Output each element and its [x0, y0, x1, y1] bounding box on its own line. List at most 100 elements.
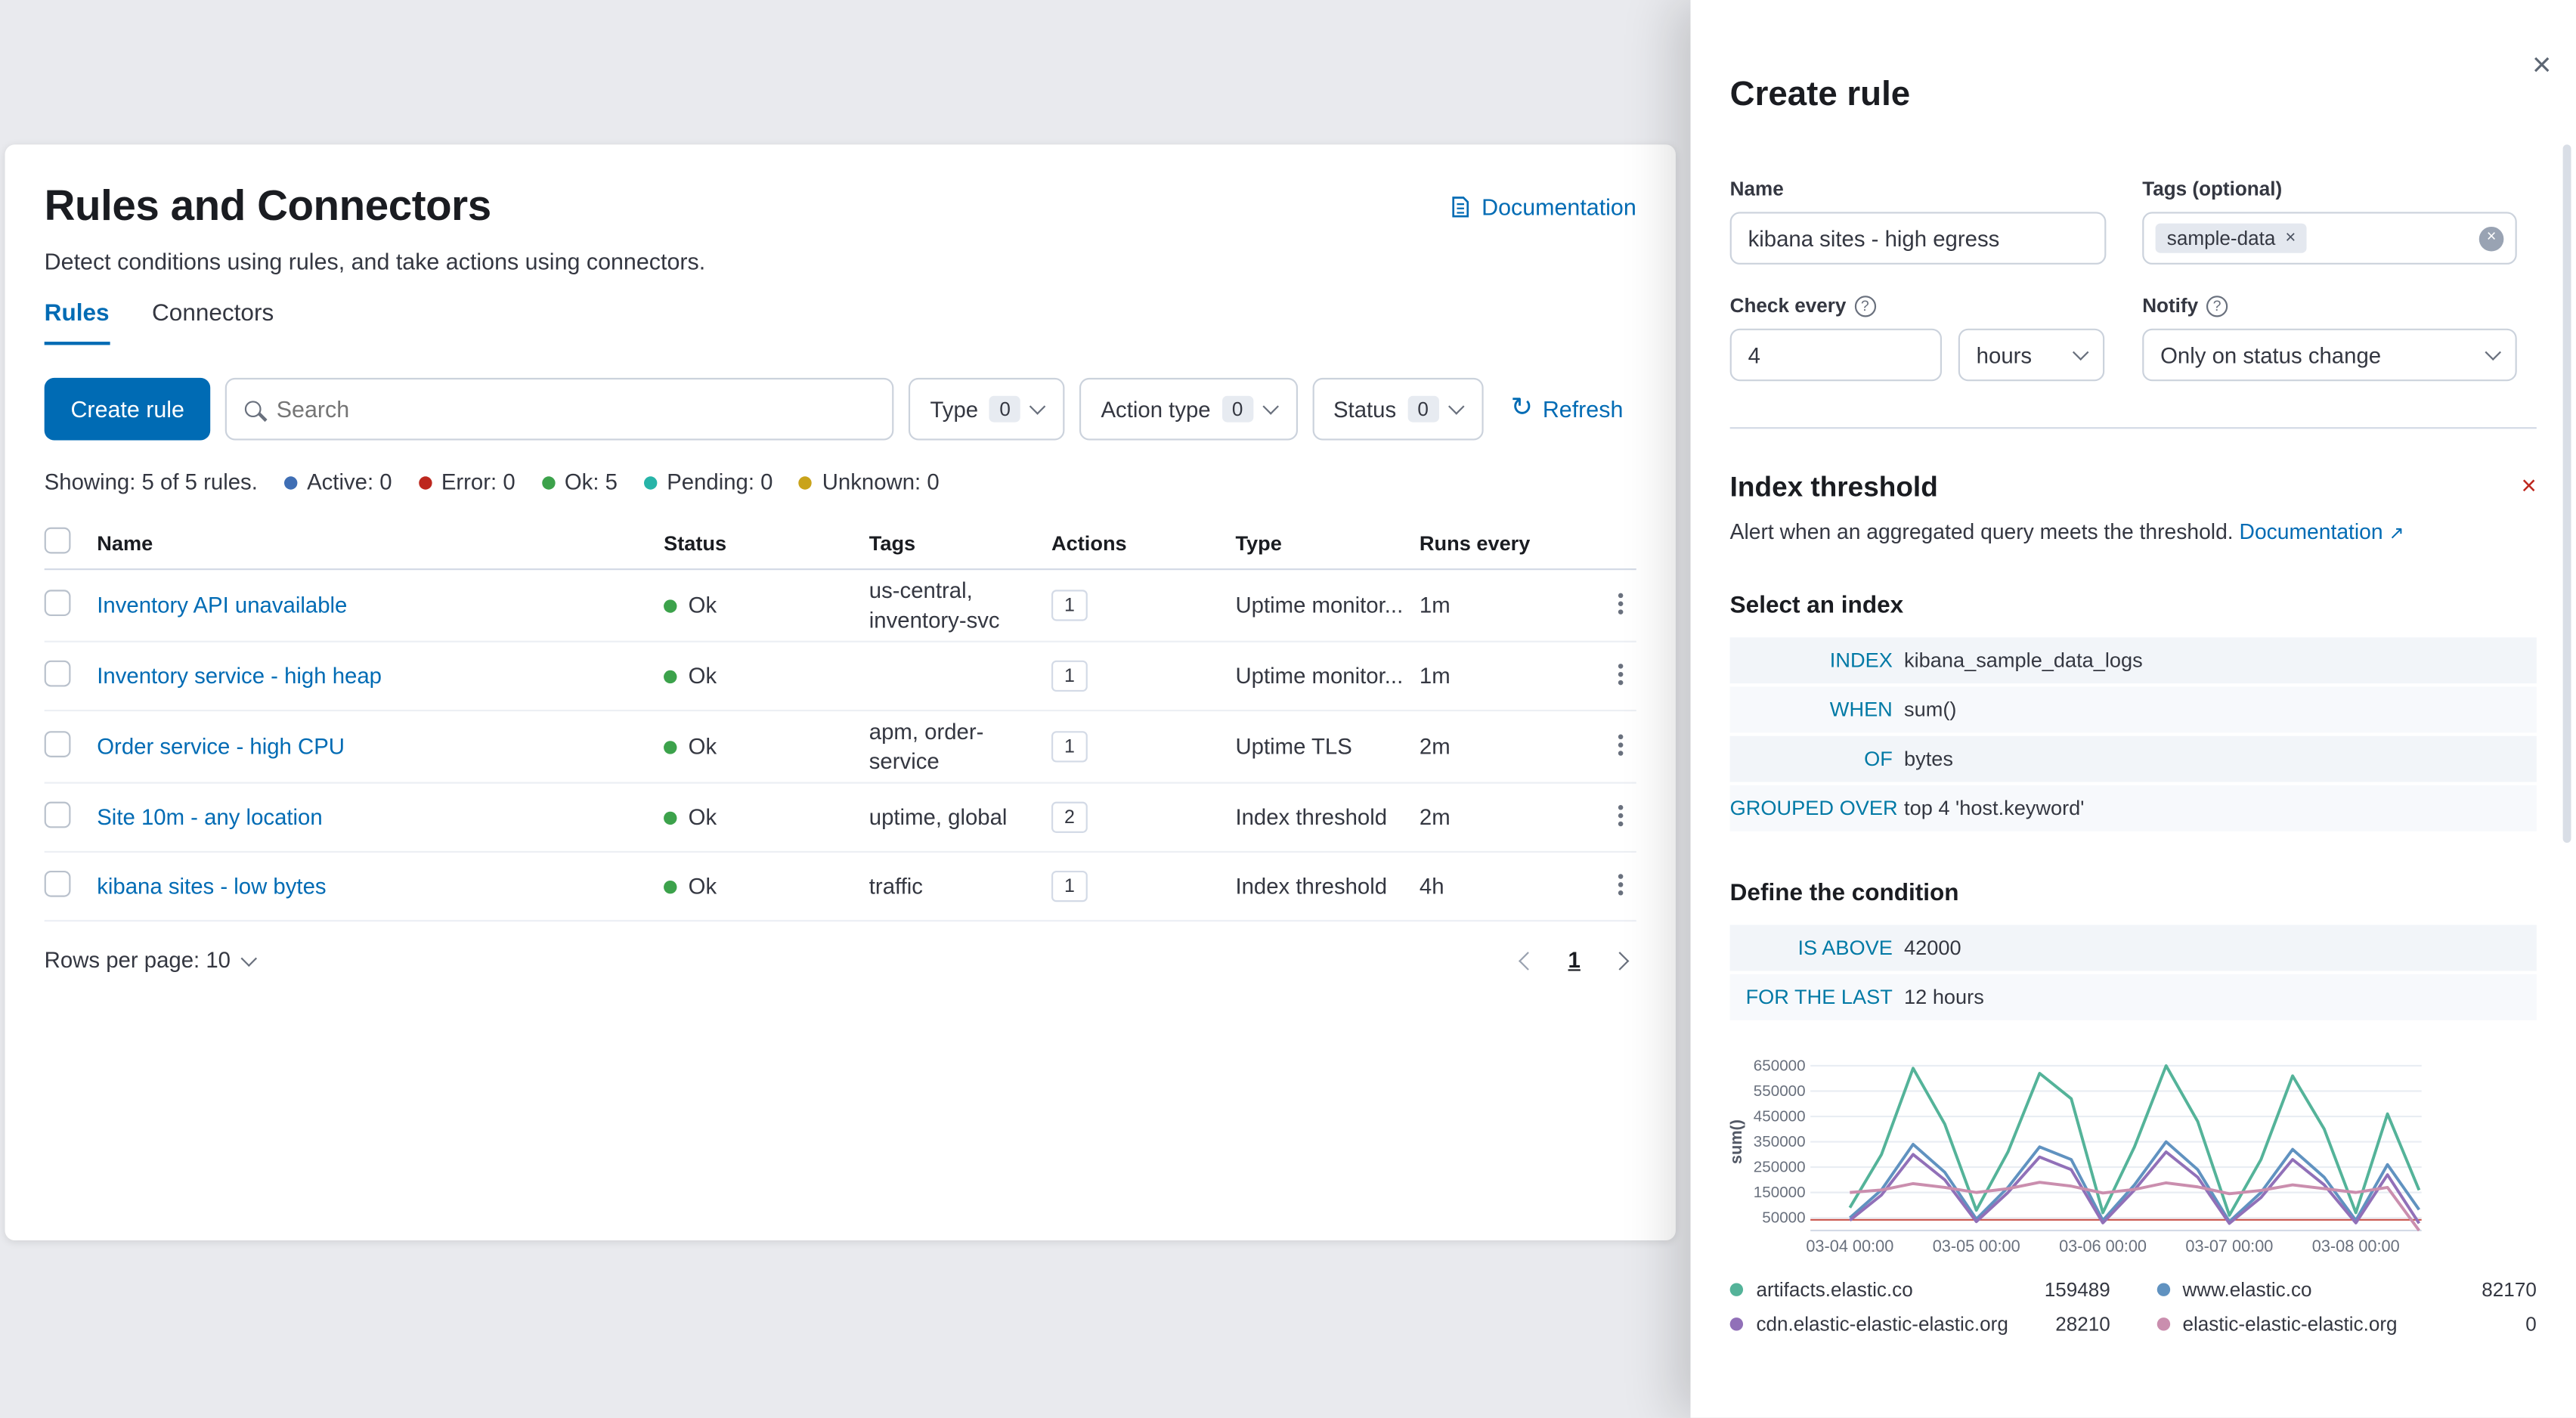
column-name[interactable]: Name — [97, 531, 664, 554]
documentation-link[interactable]: Documentation — [1449, 194, 1636, 220]
row-actions-kebab-icon[interactable] — [1618, 601, 1624, 607]
page-number-1[interactable]: 1 — [1568, 948, 1581, 973]
chevron-down-icon — [241, 949, 258, 967]
rule-type-documentation-label: Documentation — [2239, 519, 2383, 544]
legend-item[interactable]: www.elastic.co 82170 — [2156, 1278, 2537, 1301]
status-dot — [643, 475, 658, 489]
legend-item[interactable]: elastic-elastic-elastic.org 0 — [2156, 1313, 2537, 1336]
column-actions[interactable]: Actions — [1051, 531, 1235, 554]
tags-label: Tags (optional) — [2142, 177, 2283, 201]
tabs: Rules Connectors — [44, 301, 1636, 345]
row-checkbox[interactable] — [44, 802, 71, 828]
tab-connectors[interactable]: Connectors — [152, 301, 274, 345]
row-checkbox[interactable] — [44, 660, 71, 687]
create-rule-flyout: × Create rule Name Tags (optional) sampl… — [1690, 0, 2576, 1418]
expression-value: bytes — [1904, 747, 1954, 771]
status-stats: Active: 0 Error: 0 Ok: 5 Pending: 0 Unknown:… — [283, 469, 940, 495]
svg-text:03-07 00:00: 03-07 00:00 — [2185, 1237, 2273, 1255]
chart-legend: artifacts.elastic.co 159489 www.elastic.co… — [1729, 1278, 2537, 1336]
rule-type-text: Index threshold — [1235, 874, 1388, 899]
row-actions-kebab-icon[interactable] — [1618, 672, 1624, 677]
expression-when[interactable]: WHEN sum() — [1729, 686, 2537, 733]
row-checkbox[interactable] — [44, 731, 71, 758]
rule-name-link[interactable]: Site 10m - any location — [97, 805, 322, 830]
rule-type-documentation-link[interactable]: Documentation ↗ — [2240, 519, 2404, 544]
status-dot — [664, 811, 677, 825]
svg-text:650000: 650000 — [1754, 1057, 1806, 1074]
rule-type-text: Uptime monitor... — [1235, 593, 1404, 618]
check-every-unit-value: hours — [1976, 342, 2033, 367]
filter-type[interactable]: Type 0 — [909, 377, 1065, 441]
flyout-scrollbar[interactable] — [2562, 144, 2571, 843]
refresh-button[interactable]: ↻ Refresh — [1497, 378, 1636, 441]
filter-group: Type 0 Action type 0 Status 0 — [909, 377, 1483, 441]
search-input[interactable] — [276, 395, 875, 423]
status-text: Ok — [688, 664, 717, 689]
select-all-checkbox[interactable] — [44, 527, 71, 554]
chevron-down-icon — [1447, 398, 1464, 415]
rule-name-link[interactable]: Order service - high CPU — [97, 735, 345, 760]
help-icon[interactable]: ? — [2206, 295, 2228, 317]
close-icon[interactable]: × — [2532, 49, 2551, 82]
tags-text: traffic — [868, 874, 923, 899]
rule-name-link[interactable]: Inventory API unavailable — [97, 593, 347, 618]
stat-error: Error: 0 — [418, 470, 516, 494]
svg-text:450000: 450000 — [1754, 1108, 1806, 1125]
expression-keyword: INDEX — [1829, 649, 1893, 672]
rule-name-input[interactable] — [1729, 212, 2107, 265]
legend-item[interactable]: cdn.elastic-elastic-elastic.org 28210 — [1729, 1313, 2110, 1336]
status-dot — [283, 475, 298, 489]
row-actions-kebab-icon[interactable] — [1618, 882, 1624, 888]
toolbar: Create rule Type 0 Action type 0 Status 0 ↻ R… — [44, 377, 1636, 441]
runs-every-text: 4h — [1419, 874, 1444, 899]
row-checkbox[interactable] — [44, 871, 71, 898]
tags-text: apm, order-service — [868, 720, 984, 773]
help-icon[interactable]: ? — [1854, 295, 1876, 317]
expression-for-the-last[interactable]: FOR THE LAST 12 hours — [1729, 974, 2537, 1020]
expression-of[interactable]: OF bytes — [1729, 735, 2537, 782]
legend-series-name: www.elastic.co — [2182, 1277, 2312, 1302]
rows-per-page-label: Rows per page: 10 — [44, 948, 231, 974]
rule-name-link[interactable]: Inventory service - high heap — [97, 664, 382, 689]
column-runs-every[interactable]: Runs every — [1420, 531, 1568, 554]
row-actions-kebab-icon[interactable] — [1618, 742, 1624, 748]
create-rule-button[interactable]: Create rule — [44, 377, 211, 441]
column-type[interactable]: Type — [1235, 531, 1419, 554]
remove-tag-icon[interactable]: × — [2285, 228, 2296, 247]
threshold-preview-chart: 650000 550000 450000 350000 250000 150000 5000… — [1726, 1043, 2537, 1268]
stat-label: Pending: 0 — [667, 469, 773, 495]
expression-index[interactable]: INDEX kibana_sample_data_logs — [1729, 637, 2537, 684]
status-dot — [664, 740, 677, 754]
clear-tags-icon[interactable]: × — [2478, 225, 2504, 251]
stat-label: Unknown: 0 — [822, 469, 940, 495]
expression-grouped-over[interactable]: GROUPED OVER top 4 'host.keyword' — [1729, 785, 2537, 831]
next-page-icon[interactable] — [1610, 951, 1630, 971]
tab-rules[interactable]: Rules — [44, 301, 110, 345]
check-every-input[interactable] — [1729, 328, 1943, 382]
filter-action-type[interactable]: Action type 0 — [1079, 377, 1298, 441]
tag-badge: sample-data × — [2155, 223, 2308, 253]
rule-name-link[interactable]: kibana sites - low bytes — [97, 875, 326, 899]
column-tags[interactable]: Tags — [869, 531, 1051, 554]
column-status[interactable]: Status — [664, 531, 869, 554]
legend-item[interactable]: artifacts.elastic.co 159489 — [1729, 1278, 2110, 1301]
previous-page-icon — [1519, 951, 1538, 971]
tags-input[interactable]: sample-data × × — [2142, 212, 2517, 265]
expression-is-above[interactable]: IS ABOVE 42000 — [1729, 924, 2537, 971]
runs-every-text: 1m — [1419, 593, 1451, 618]
remove-rule-type-icon[interactable]: × — [2522, 474, 2537, 501]
status-dot — [664, 599, 677, 612]
expression-value: kibana_sample_data_logs — [1904, 649, 2143, 672]
rows-per-page-selector[interactable]: Rows per page: 10 — [44, 948, 258, 974]
notify-select[interactable]: Only on status change — [2142, 328, 2517, 382]
check-every-unit-select[interactable]: hours — [1958, 328, 2105, 382]
check-every-label: Check every — [1729, 294, 1847, 317]
row-checkbox[interactable] — [44, 590, 71, 617]
table-body: Inventory API unavailable Ok us-central,… — [44, 570, 1636, 922]
legend-series-value: 0 — [2525, 1312, 2537, 1336]
status-dot — [664, 669, 677, 683]
filter-status[interactable]: Status 0 — [1311, 377, 1483, 441]
rule-type-description: Alert when an aggregated query meets the… — [1730, 519, 2537, 544]
table-row: kibana sites - low bytes Ok traffic 1 In… — [44, 853, 1636, 922]
row-actions-kebab-icon[interactable] — [1618, 813, 1624, 819]
